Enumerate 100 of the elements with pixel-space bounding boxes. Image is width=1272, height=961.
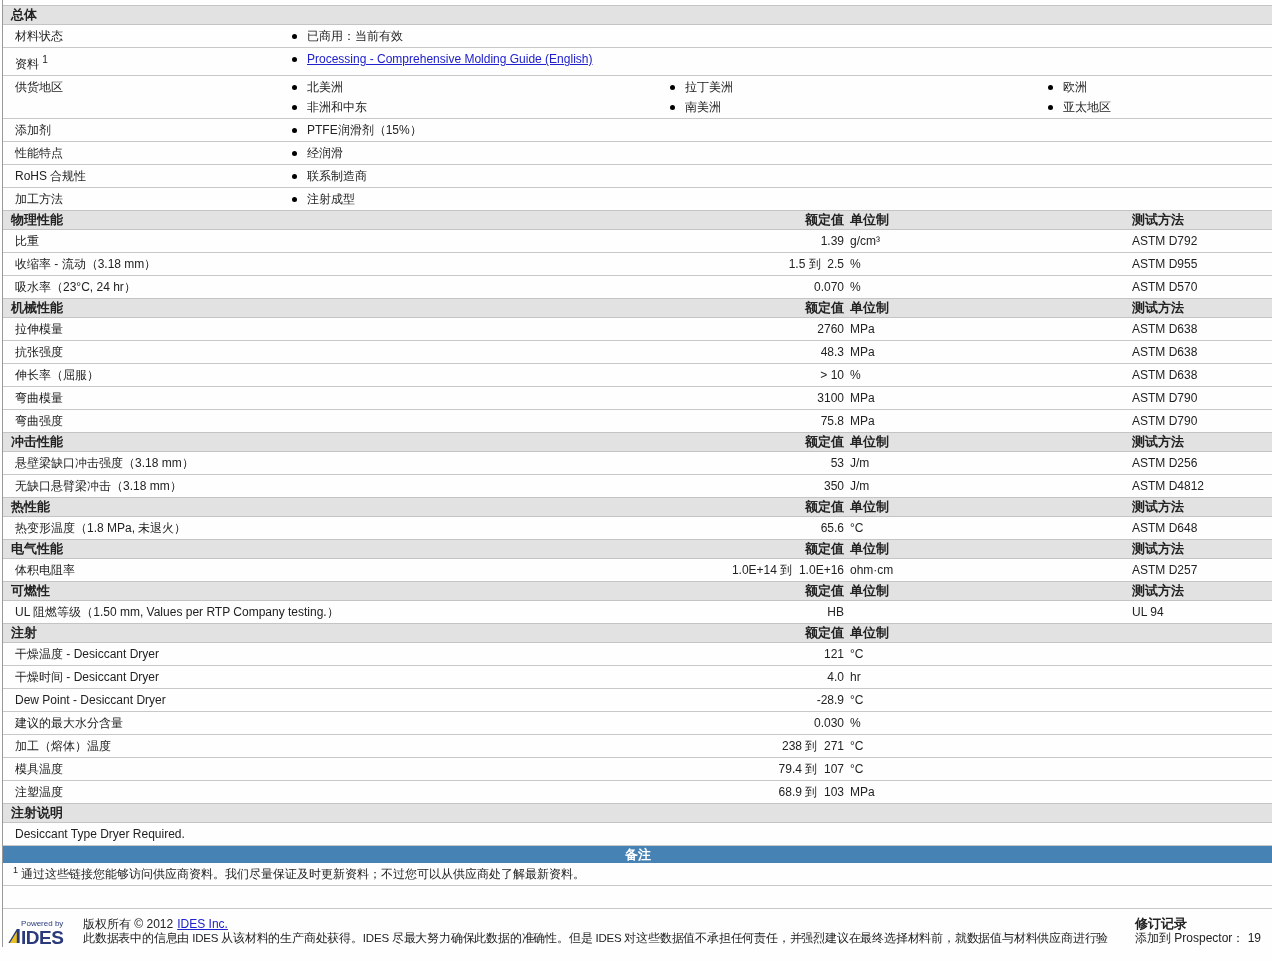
column-header: 单位制 [850, 211, 890, 229]
column-header: 测试方法 [1132, 498, 1185, 516]
unit-text: hr [850, 670, 862, 684]
section-title: 电气性能 [10, 540, 64, 558]
property-value: 1.39 [820, 234, 845, 248]
bullet-icon [292, 105, 297, 110]
section-title: 可燃性 [10, 582, 51, 600]
column-header: 单位制 [850, 582, 890, 600]
column-header: 测试方法 [1132, 211, 1185, 229]
unit-text: MPa [850, 785, 876, 799]
unit-text: g/cm³ [850, 234, 881, 248]
test-method: ASTM D257 [1132, 563, 1199, 577]
property-value: 48.3 [820, 345, 845, 359]
property-label: 热变形温度（1.8 MPa, 未退火） [14, 519, 187, 537]
unit-text: °C [850, 762, 865, 776]
property-label: 比重 [14, 232, 39, 250]
property-value: 4.0 [827, 670, 845, 684]
unit-text: % [850, 368, 862, 382]
property-label: 加工（熔体）温度 [14, 737, 111, 755]
document-link[interactable]: Processing - Comprehensive Molding Guide (English) [307, 51, 593, 68]
disclaimer-text: 此数据表中的信息由 IDES 从该材料的生产商处获得。IDES 尽最大努力确保此数据的准确性。但是 IDES 对这些数据值不承担任何责任，并强烈建议在最终选择材料前，就数据值与材料供应商进行验 [83, 931, 1110, 945]
footnote-text: $^{1}$ 通过这些链接您能够访问供应商资料。我们尽量保证及时更新资料；不过您可以从供应商处了解最新资料。 [12, 865, 586, 883]
property-value: 121 [823, 647, 845, 661]
test-method: ASTM D256 [1132, 456, 1199, 470]
copyright-text: 版权所有 © 2012 [83, 917, 174, 931]
property-label: 伸长率（屈服） [14, 366, 99, 384]
unit-text: °C [850, 521, 865, 535]
section-title: 总体 [9, 6, 37, 24]
section-title: 热性能 [10, 498, 51, 516]
property-label: 干燥时间 - Desiccant Dryer [14, 668, 160, 686]
unit-text: °C [850, 739, 865, 753]
column-header: 测试方法 [1132, 299, 1185, 317]
note-text: Desiccant Type Dryer Required. [14, 827, 185, 841]
section-title: 注射说明 [10, 804, 63, 822]
property-label: 弯曲模量 [14, 389, 63, 407]
property-label: 拉伸模量 [14, 320, 63, 338]
unit-text: °C [850, 647, 865, 661]
bullet-icon [1048, 105, 1053, 110]
property-value: 注射成型 [307, 191, 355, 208]
bullet-icon [292, 151, 297, 156]
property-value: 2760 [817, 322, 845, 336]
test-method: ASTM D790 [1132, 391, 1199, 405]
property-label: 干燥温度 - Desiccant Dryer [14, 645, 160, 663]
property-value: 53 [830, 456, 845, 470]
unit-text: ohm·cm [850, 563, 895, 577]
unit-text: MPa [850, 414, 876, 428]
section-title: 物理性能 [10, 211, 64, 229]
column-header: 测试方法 [1132, 540, 1185, 558]
property-label: Dew Point - Desiccant Dryer [14, 693, 166, 707]
bullet-icon [292, 57, 297, 62]
bullet-icon [292, 34, 297, 39]
property-label: 材料状态 [14, 28, 64, 45]
column-header: 测试方法 [1132, 433, 1185, 451]
test-method: ASTM D790 [1132, 414, 1199, 428]
property-value: 0.030 [813, 716, 845, 730]
property-label: 注塑温度 [14, 783, 63, 801]
property-label: 模具温度 [14, 760, 63, 778]
property-label: 资料 $^{1}$ [14, 53, 49, 73]
test-method: ASTM D638 [1132, 345, 1199, 359]
property-value: 1.0E+14 到 1.0E+16 [731, 561, 845, 579]
column-header: 单位制 [850, 540, 890, 558]
property-value: 拉丁美洲 [685, 79, 733, 96]
property-label: 体积电阻率 [14, 561, 75, 579]
property-value: 68.9 到 103 [778, 783, 845, 801]
property-value: 已商用：当前有效 [307, 28, 403, 45]
unit-text: % [850, 716, 862, 730]
property-value: > 10 [820, 368, 845, 382]
property-value: HB [827, 605, 845, 619]
property-value: 欧洲 [1063, 79, 1087, 96]
unit-text: % [850, 257, 862, 271]
column-header: 额定值 [805, 582, 845, 600]
property-label: 添加剂 [14, 122, 52, 139]
section-title: 机械性能 [9, 299, 64, 317]
property-value: 联系制造商 [307, 168, 367, 185]
property-label: 性能特点 [14, 145, 64, 162]
column-header: 单位制 [850, 299, 890, 317]
company-link[interactable]: IDES Inc. [177, 917, 228, 931]
property-label: 加工方法 [14, 191, 64, 208]
bullet-icon [292, 174, 297, 179]
unit-text: MPa [850, 345, 876, 359]
column-header: 额定值 [805, 540, 845, 558]
test-method: ASTM D638 [1132, 322, 1199, 336]
test-method: ASTM D792 [1132, 234, 1199, 248]
property-label: 吸水率（23°C, 24 hr） [14, 278, 136, 296]
property-label: 无缺口悬臂梁冲击（3.18 mm） [14, 477, 182, 495]
column-header: 额定值 [805, 433, 845, 451]
property-value: -28.9 [816, 693, 845, 707]
column-header: 测试方法 [1132, 582, 1185, 600]
bullet-icon [670, 105, 675, 110]
column-header: 单位制 [850, 498, 890, 516]
test-method: ASTM D4812 [1132, 479, 1206, 493]
property-value: 65.6 [820, 521, 845, 535]
property-value: PTFE润滑剂（15%） [307, 122, 422, 139]
property-label: 供货地区 [14, 79, 64, 96]
test-method: UL 94 [1132, 605, 1165, 619]
bullet-icon [1048, 85, 1053, 90]
bullet-icon [292, 85, 297, 90]
unit-text: J/m [850, 456, 871, 470]
property-value: 非洲和中东 [307, 99, 367, 116]
property-value: 1.5 到 2.5 [788, 255, 845, 273]
